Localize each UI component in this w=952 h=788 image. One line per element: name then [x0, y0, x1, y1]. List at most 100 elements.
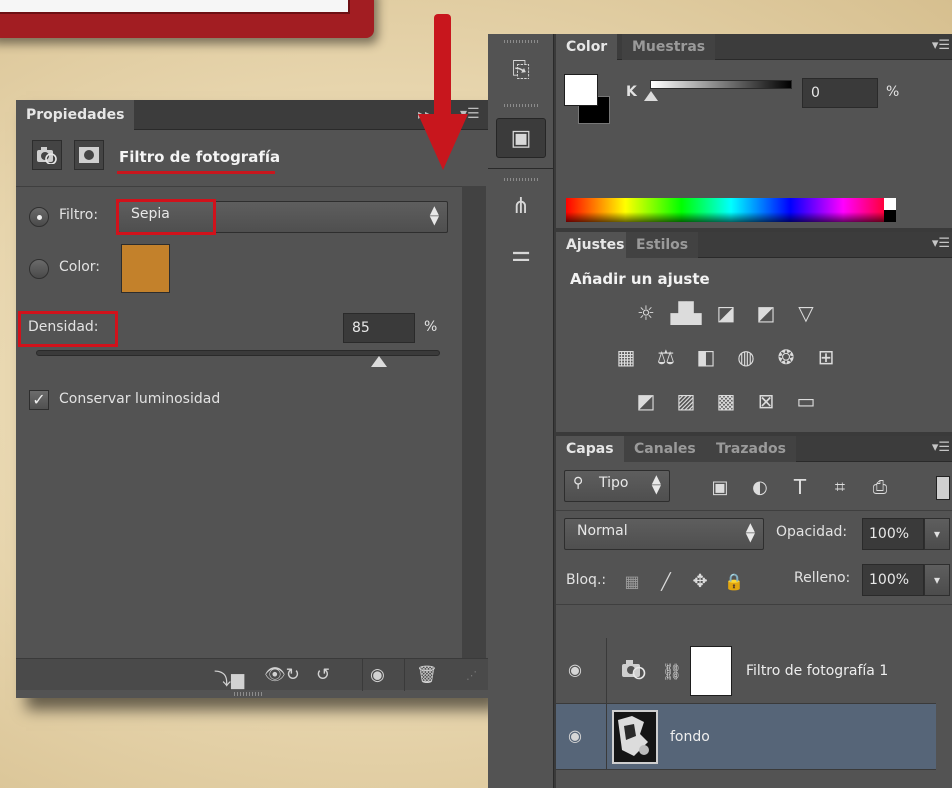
foreground-color-swatch[interactable] — [564, 74, 598, 106]
smart-object-filter-icon[interactable]: ⎙ — [866, 474, 894, 500]
resize-grip-icon[interactable]: ⋰ — [466, 669, 477, 682]
properties-panel-button[interactable]: ▣ — [496, 118, 546, 158]
layers-divider — [556, 604, 952, 605]
fill-label: Relleno: — [794, 570, 851, 586]
layer-filter-select[interactable]: ⚲ Tipo ▲ ▼ — [564, 470, 670, 502]
filter-radio[interactable] — [29, 207, 49, 227]
trash-icon[interactable]: 🗑 — [416, 665, 438, 685]
lock-all-icon[interactable]: 🔒 — [720, 568, 748, 594]
history-panel-button[interactable]: ⎘ — [496, 50, 546, 90]
filter-label: Filtro: — [59, 207, 99, 223]
preserve-luminosity-label: Conservar luminosidad — [59, 391, 221, 407]
fill-dropdown-button[interactable]: ▾ — [924, 564, 950, 596]
opacity-dropdown-button[interactable]: ▾ — [924, 518, 950, 550]
tab-styles[interactable]: Estilos — [626, 232, 699, 258]
color-lookup-icon[interactable]: ⊞ — [812, 344, 840, 370]
properties-bottom-bar: ⤵▆ 👁↻ ↺ ◉ 🗑 ⋰ — [16, 658, 490, 691]
color-radio[interactable] — [29, 259, 49, 279]
fill-input[interactable]: 100% — [862, 564, 924, 596]
density-input[interactable]: 85 — [343, 313, 415, 343]
k-input-value: 0 — [811, 85, 820, 101]
filter-toggle[interactable] — [936, 476, 950, 500]
blend-mode-select[interactable]: Normal ▲ ▼ — [564, 518, 764, 550]
visibility-icon[interactable]: ◉ — [370, 665, 385, 685]
levels-icon[interactable]: ▟▙ — [671, 300, 702, 326]
density-highlight-box — [18, 311, 118, 347]
history-icon: ⎘ — [512, 57, 530, 83]
lock-transparency-icon[interactable]: ▦ — [618, 568, 646, 594]
hue-saturation-icon[interactable]: ▦ — [612, 344, 640, 370]
layer-row[interactable]: ◉ ⛓ Filtro de fotografía 1 — [556, 638, 936, 704]
color-swatch[interactable] — [121, 244, 170, 293]
panel-menu-icon[interactable]: ▾☰ — [932, 440, 950, 455]
panel-menu-icon[interactable]: ▾☰ — [932, 236, 950, 251]
posterize-icon[interactable]: ▨ — [672, 388, 700, 414]
vibrance-icon[interactable]: ▽ — [792, 300, 820, 326]
layer-name[interactable]: Filtro de fotografía 1 — [746, 663, 888, 679]
reset-icon[interactable]: ↺ — [316, 665, 330, 685]
preserve-luminosity-checkbox[interactable]: ✓ — [29, 390, 49, 410]
curves-icon[interactable]: ◪ — [712, 300, 740, 326]
k-label: K — [626, 84, 637, 100]
black-chip[interactable] — [884, 210, 896, 222]
tab-adjustments[interactable]: Ajustes — [556, 232, 635, 258]
photo-filter-layer-icon — [620, 656, 648, 682]
tab-color[interactable]: Color — [556, 34, 618, 60]
mask-button[interactable] — [74, 140, 104, 170]
chain-link-icon[interactable]: ⛓ — [658, 658, 686, 684]
white-chip[interactable] — [884, 198, 896, 210]
properties-scrollbar[interactable] — [462, 186, 486, 658]
gradient-map-icon[interactable]: ▭ — [792, 388, 820, 414]
bottom-separator — [404, 659, 405, 691]
opacity-input[interactable]: 100% — [862, 518, 924, 550]
density-slider-thumb[interactable] — [371, 356, 388, 367]
channel-mixer-icon[interactable]: ❂ — [772, 344, 800, 370]
color-spectrum[interactable] — [566, 198, 896, 222]
lock-position-icon[interactable]: ✥ — [686, 568, 714, 594]
photo-filter-icon[interactable]: ◍ — [732, 344, 760, 370]
fill-input-value: 100% — [869, 572, 910, 588]
black-white-icon[interactable]: ◧ — [692, 344, 720, 370]
lock-image-icon[interactable]: ╱ — [652, 568, 680, 594]
brightness-icon[interactable]: ☼ — [632, 300, 660, 326]
eye-icon[interactable]: ◉ — [568, 726, 582, 745]
strip-grip[interactable] — [504, 178, 538, 181]
color-balance-icon[interactable]: ⚖ — [652, 344, 680, 370]
k-input[interactable]: 0 — [802, 78, 878, 108]
density-percent: % — [424, 319, 438, 335]
bottom-separator — [362, 659, 363, 691]
k-slider-thumb[interactable] — [644, 91, 658, 101]
layer-mask-thumbnail[interactable] — [690, 646, 732, 696]
exposure-icon[interactable]: ◩ — [752, 300, 780, 326]
layer-thumbnail[interactable] — [612, 710, 658, 764]
adjustment-layer-filter-icon[interactable]: ◐ — [746, 474, 774, 500]
red-arrow-head — [418, 114, 468, 170]
eye-icon[interactable]: ◉ — [568, 660, 582, 679]
k-slider[interactable] — [650, 80, 792, 89]
tab-swatches[interactable]: Muestras — [622, 34, 716, 60]
tab-paths[interactable]: Trazados — [706, 436, 796, 462]
threshold-icon[interactable]: ▩ — [712, 388, 740, 414]
lock-label: Bloq.: — [566, 572, 607, 588]
pixel-layer-filter-icon[interactable]: ▣ — [706, 474, 734, 500]
type-layer-filter-icon[interactable]: T — [786, 474, 814, 500]
tab-channels[interactable]: Canales — [624, 436, 706, 462]
layer-name[interactable]: fondo — [670, 729, 710, 745]
invert-icon[interactable]: ◩ — [632, 388, 660, 414]
layer-row-selected[interactable]: ◉ fondo — [556, 704, 936, 770]
brush-presets-button[interactable]: ⚌ — [496, 234, 546, 274]
shape-layer-filter-icon[interactable]: ⌗ — [826, 474, 854, 500]
brushes-panel-button[interactable]: ⋔ — [496, 186, 546, 226]
adjustments-title: Añadir un ajuste — [570, 270, 710, 288]
strip-grip[interactable] — [504, 40, 538, 43]
panel-menu-icon[interactable]: ▾☰ — [932, 38, 950, 53]
adjustment-type-icon — [32, 140, 62, 170]
strip-grip[interactable] — [504, 104, 538, 107]
updown-arrows-icon: ▲ ▼ — [429, 203, 439, 227]
clip-to-layer-icon[interactable]: ⤵▆ — [214, 665, 244, 690]
tab-layers[interactable]: Capas — [556, 436, 624, 462]
tab-properties[interactable]: Propiedades — [16, 100, 134, 130]
panel-grip[interactable] — [234, 692, 264, 696]
view-previous-icon[interactable]: 👁↻ — [264, 665, 300, 685]
selective-color-icon[interactable]: ⊠ — [752, 388, 780, 414]
